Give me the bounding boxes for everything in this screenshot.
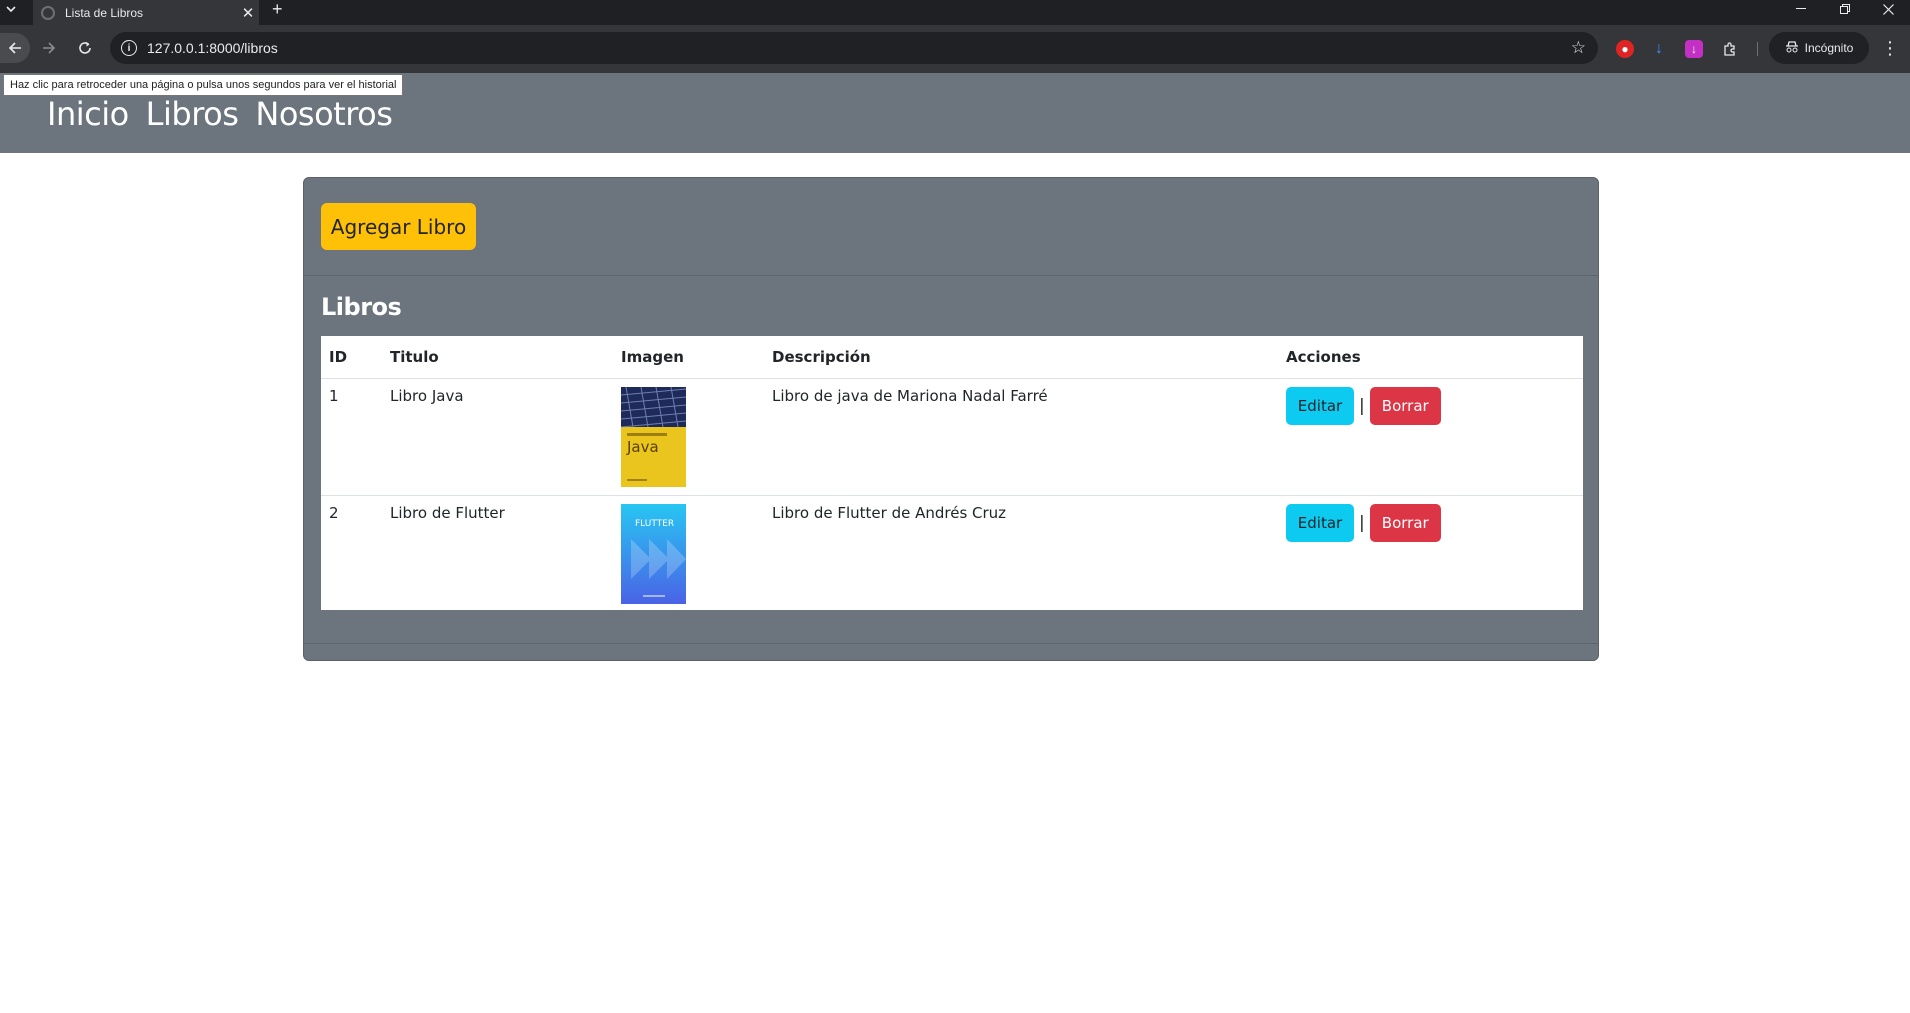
cell-imagen: FLUTTER [613, 495, 764, 612]
delete-button[interactable]: Borrar [1369, 503, 1441, 542]
books-table-container: ID Titulo Imagen Descripción Acciones 1 … [321, 336, 1583, 610]
back-button[interactable] [0, 33, 30, 63]
cell-titulo: Libro Java [382, 378, 613, 496]
nav-link-nosotros[interactable]: Nosotros [255, 95, 393, 133]
browser-menu-icon[interactable]: ⋮ [1880, 38, 1900, 59]
add-book-button[interactable]: Agregar Libro [321, 203, 476, 250]
close-tab-icon[interactable]: ✕ [237, 4, 259, 22]
edit-button[interactable]: Editar [1286, 503, 1354, 542]
cell-descripcion: Libro de java de Mariona Nadal Farré [764, 378, 1278, 496]
column-header-descripcion: Descripción [764, 336, 1278, 379]
url-text: 127.0.0.1:8000/libros [147, 40, 278, 56]
column-header-imagen: Imagen [613, 336, 764, 379]
address-bar[interactable]: i 127.0.0.1:8000/libros ☆ [110, 32, 1598, 64]
action-separator: | [1359, 395, 1365, 416]
cell-descripcion: Libro de Flutter de Andrés Cruz [772, 503, 1007, 522]
cell-acciones: Editar | Borrar [1278, 495, 1583, 612]
delete-button[interactable]: Borrar [1369, 386, 1441, 425]
card-header: Agregar Libro [304, 178, 1598, 276]
column-header-acciones: Acciones [1278, 336, 1583, 379]
flutter-cover-title: FLUTTER [635, 519, 674, 529]
browser-tab[interactable]: Lista de Libros ✕ [33, 0, 259, 25]
reload-button[interactable] [70, 33, 100, 63]
minimize-icon[interactable] [1779, 0, 1823, 18]
tab-search-icon[interactable] [0, 0, 22, 18]
edit-button[interactable]: Editar [1286, 386, 1354, 425]
window-close-icon[interactable] [1866, 0, 1910, 18]
site-info-icon[interactable]: i [121, 40, 137, 56]
cell-acciones: Editar | Borrar [1278, 378, 1583, 496]
toolbar-divider [1757, 42, 1758, 56]
table-header-row: ID Titulo Imagen Descripción Acciones [321, 336, 1583, 379]
extensions-puzzle-icon[interactable] [1721, 40, 1739, 58]
cell-imagen: Java [613, 378, 764, 496]
incognito-icon [1785, 40, 1799, 56]
tab-title: Lista de Libros [65, 5, 144, 20]
column-header-titulo: Titulo [382, 336, 613, 379]
browser-tab-strip: Lista de Libros ✕ + [0, 0, 1910, 25]
extension-red-icon[interactable]: ● [1616, 40, 1634, 58]
books-table: ID Titulo Imagen Descripción Acciones 1 … [321, 336, 1583, 612]
column-header-id: ID [321, 336, 382, 379]
action-separator: | [1359, 512, 1365, 533]
nav-link-inicio[interactable]: Inicio [47, 95, 129, 133]
browser-toolbar: i 127.0.0.1:8000/libros ☆ ● ↓ ↓ Incógnit… [0, 25, 1910, 73]
card-title: Libros [321, 293, 402, 321]
forward-button[interactable] [34, 33, 64, 63]
cell-titulo: Libro de Flutter [390, 503, 505, 522]
incognito-label: Incógnito [1804, 41, 1854, 55]
books-card: Agregar Libro Libros ID Titulo Imagen De… [303, 177, 1599, 661]
cell-id: 1 [321, 378, 382, 496]
back-button-tooltip: Haz clic para retroceder una página o pu… [3, 74, 404, 96]
bookmark-star-icon[interactable]: ☆ [1571, 38, 1586, 58]
globe-icon [41, 5, 55, 20]
table-row: 1 Libro Java Java Libro de java de Mario… [321, 378, 1583, 496]
java-book-cover-image: Java [621, 386, 686, 487]
card-footer [304, 643, 1598, 660]
download-blue-icon[interactable]: ↓ [1650, 40, 1668, 58]
java-cover-title: Java [626, 438, 659, 456]
flutter-book-cover-image: FLUTTER [621, 503, 686, 604]
cell-id: 2 [329, 503, 339, 522]
new-tab-button[interactable]: + [272, 0, 283, 25]
table-row: 2 Libro de Flutter FLUTTER Libro de Flut… [321, 495, 1583, 612]
nav-link-libros[interactable]: Libros [146, 95, 239, 133]
incognito-profile-button[interactable]: Incógnito [1769, 32, 1869, 64]
download-purple-icon[interactable]: ↓ [1685, 40, 1703, 58]
restore-icon[interactable] [1823, 0, 1867, 18]
